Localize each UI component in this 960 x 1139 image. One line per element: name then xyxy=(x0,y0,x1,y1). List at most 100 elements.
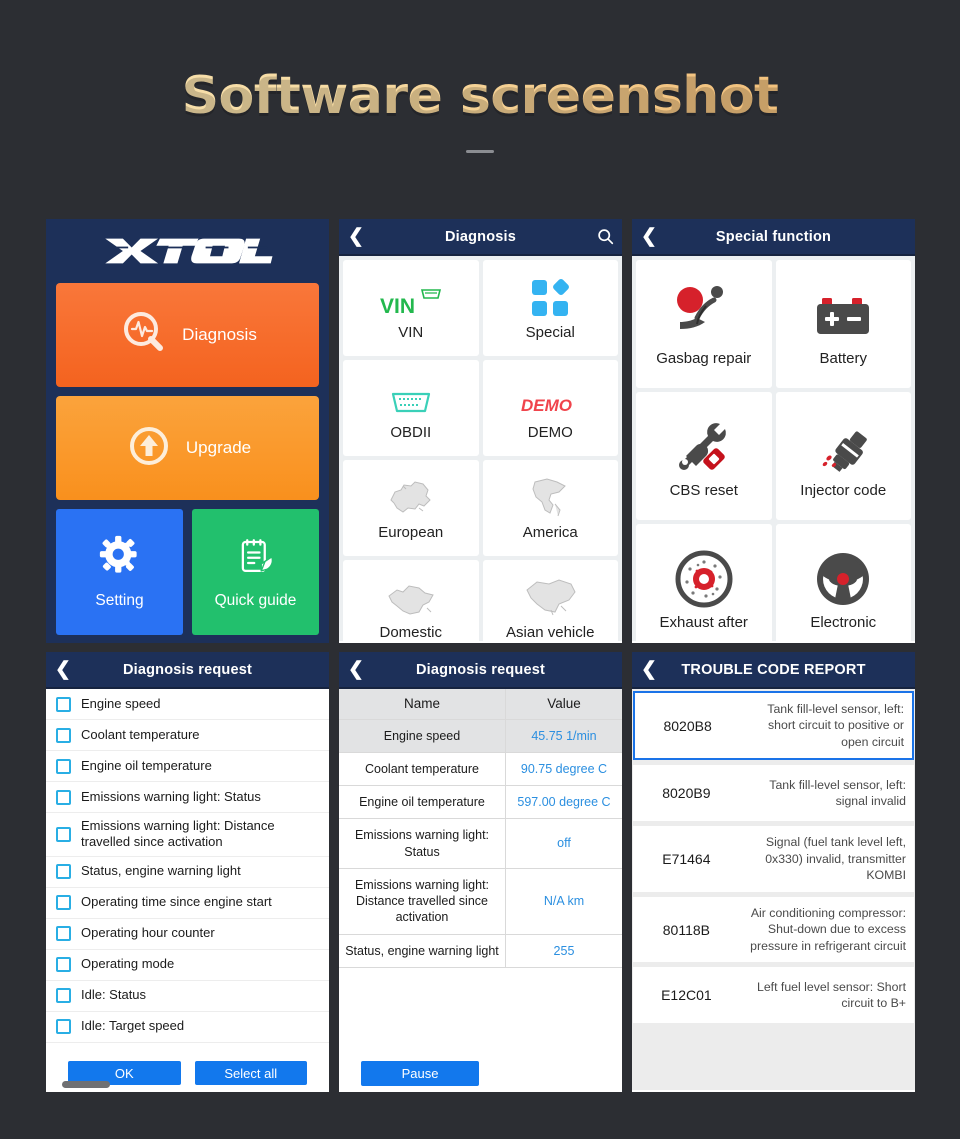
tile-label: Electronic xyxy=(810,613,877,631)
list-item-label: Emissions warning light: Status xyxy=(81,788,261,804)
horizontal-scrollbar[interactable] xyxy=(62,1081,110,1088)
checkbox[interactable] xyxy=(56,826,71,842)
chevron-left-icon[interactable]: ❮ xyxy=(46,660,80,679)
quick-guide-button[interactable]: Quick guide xyxy=(192,509,319,635)
cell-value: 597.00 degree C xyxy=(517,795,611,810)
tile-label: European xyxy=(378,523,444,541)
list-item-label: Coolant temperature xyxy=(81,726,200,742)
pause-button[interactable]: Pause xyxy=(361,1060,479,1086)
trouble-description: Air conditioning compressor: Shut-down d… xyxy=(750,905,906,953)
table-row[interactable]: Emissions warning light: Distance travel… xyxy=(339,868,622,935)
list-item[interactable]: Engine oil temperature xyxy=(46,751,329,782)
demo-text-icon: DEMO xyxy=(519,376,581,418)
list-item[interactable]: Engine speed xyxy=(46,689,329,720)
tile-label: Exhaust after xyxy=(659,613,748,631)
tile-european[interactable]: European xyxy=(343,460,479,556)
setting-button[interactable]: Setting xyxy=(56,509,183,635)
trouble-title: TROUBLE CODE REPORT xyxy=(681,661,866,678)
list-item[interactable]: Idle: Target speed xyxy=(46,1012,329,1043)
list-item[interactable]: Emissions warning light: Status xyxy=(46,782,329,813)
checkbox[interactable] xyxy=(56,727,71,743)
setting-button-label: Setting xyxy=(95,591,144,609)
list-item[interactable]: Idle: Status xyxy=(46,981,329,1012)
table-row[interactable]: 8020B9 Tank fill-level sensor, left: sig… xyxy=(633,765,914,822)
tile-battery[interactable]: Battery xyxy=(775,260,911,388)
panel-home: Diagnosis Upgrade Setting Quick guide xyxy=(46,219,329,643)
table-row[interactable]: 80118B Air conditioning compressor: Shut… xyxy=(633,896,914,963)
fuel-injector-icon xyxy=(811,414,875,476)
tile-exhaust-after[interactable]: Exhaust after xyxy=(636,524,772,641)
tile-label: DEMO xyxy=(527,423,573,441)
screenshot-page: Software screenshot Diagnosis Upgrade Se… xyxy=(0,0,960,1139)
table-row[interactable]: E12C01 Left fuel level sensor: Short cir… xyxy=(633,967,914,1024)
search-icon[interactable] xyxy=(588,228,622,245)
trouble-code: E12C01 xyxy=(661,987,712,1004)
checkbox[interactable] xyxy=(56,789,71,805)
tile-domestic[interactable]: Domestic xyxy=(343,560,479,641)
chevron-left-icon[interactable]: ❮ xyxy=(632,660,666,679)
checkbox[interactable] xyxy=(56,895,71,910)
trouble-description: Tank fill-level sensor, left: signal inv… xyxy=(769,777,906,809)
checkbox[interactable] xyxy=(56,957,71,972)
diagnosis-appbar: ❮ Diagnosis xyxy=(339,219,622,256)
tile-injector-code[interactable]: Injector code xyxy=(775,392,911,520)
tile-label: Special xyxy=(525,323,575,341)
checkbox[interactable] xyxy=(56,926,71,941)
obd-connector-icon xyxy=(389,376,433,418)
tile-demo[interactable]: DEMO DEMO xyxy=(482,360,618,456)
column-header-value: Value xyxy=(547,696,581,711)
list-item[interactable]: Operating time since engine start xyxy=(46,888,329,919)
tile-america[interactable]: America xyxy=(482,460,618,556)
tile-cbs-reset[interactable]: CBS reset xyxy=(636,392,772,520)
upgrade-button[interactable]: Upgrade xyxy=(56,396,319,500)
table-row[interactable]: E71464 Signal (fuel tank level left, 0x3… xyxy=(633,826,914,892)
asia-map-icon xyxy=(521,576,579,618)
table-row[interactable]: Emissions warning light: Status off xyxy=(339,819,622,869)
panel-special-function: ❮ Special function Gasbag repair Battery… xyxy=(632,219,915,643)
checkbox[interactable] xyxy=(56,696,71,712)
request-checkbox-list[interactable]: Engine speed Coolant temperature Engine … xyxy=(46,689,329,1056)
list-item[interactable]: Status, engine warning light xyxy=(46,857,329,888)
select-all-button[interactable]: Select all xyxy=(194,1061,307,1085)
chevron-left-icon[interactable]: ❮ xyxy=(339,227,373,246)
table-row[interactable]: Engine speed 45.75 1/min xyxy=(339,719,622,753)
tile-gasbag-repair[interactable]: Gasbag repair xyxy=(636,260,772,388)
brake-disc-icon xyxy=(675,546,733,608)
diagnosis-button[interactable]: Diagnosis xyxy=(56,283,319,387)
column-header-name: Name xyxy=(339,689,506,719)
chevron-left-icon[interactable]: ❮ xyxy=(339,660,373,679)
checkbox[interactable] xyxy=(56,864,71,879)
tile-label: CBS reset xyxy=(669,481,738,499)
panel-diagnosis: ❮ Diagnosis VIN VIN Special OBDII DEMO D… xyxy=(339,219,622,643)
checkbox[interactable] xyxy=(56,988,71,1003)
table-row[interactable]: Engine oil temperature 597.00 degree C xyxy=(339,786,622,820)
list-item[interactable]: Coolant temperature xyxy=(46,720,329,751)
data-table: Name Value Engine speed 45.75 1/min Cool… xyxy=(339,689,622,1056)
tile-label: Battery xyxy=(819,349,868,367)
tile-asian-vehicle[interactable]: Asian vehicle xyxy=(482,560,618,641)
america-map-icon xyxy=(525,476,575,518)
tile-special[interactable]: Special xyxy=(482,260,618,356)
wrench-service-icon xyxy=(672,414,736,476)
table-row[interactable]: Coolant temperature 90.75 degree C xyxy=(339,752,622,787)
table-row[interactable]: 8020B8 Tank fill-level sensor, left: sho… xyxy=(633,691,914,761)
checkbox[interactable] xyxy=(56,1019,71,1034)
list-item[interactable]: Operating mode xyxy=(46,950,329,981)
list-item[interactable]: Emissions warning light: Distance travel… xyxy=(46,813,329,857)
checkbox[interactable] xyxy=(56,758,71,774)
home-small-buttons: Setting Quick guide xyxy=(56,509,319,635)
tile-vin[interactable]: VIN VIN xyxy=(343,260,479,356)
list-item[interactable]: Operating hour counter xyxy=(46,919,329,950)
list-item-label: Engine oil temperature xyxy=(81,757,212,773)
tile-obdii[interactable]: OBDII xyxy=(343,360,479,456)
table-row[interactable]: Status, engine warning light 255 xyxy=(339,934,622,968)
chevron-left-icon[interactable]: ❮ xyxy=(632,227,666,246)
cell-value: 90.75 degree C xyxy=(520,761,608,776)
cell-name: Emissions warning light: Distance travel… xyxy=(339,868,506,934)
tile-electronic[interactable]: Electronic xyxy=(775,524,911,641)
gear-icon xyxy=(99,535,141,582)
trouble-description: Left fuel level sensor: Short circuit to… xyxy=(756,979,906,1011)
diagnosis-button-label: Diagnosis xyxy=(182,325,257,344)
europe-map-icon xyxy=(383,476,439,518)
trouble-appbar: ❮ TROUBLE CODE REPORT xyxy=(632,652,915,689)
